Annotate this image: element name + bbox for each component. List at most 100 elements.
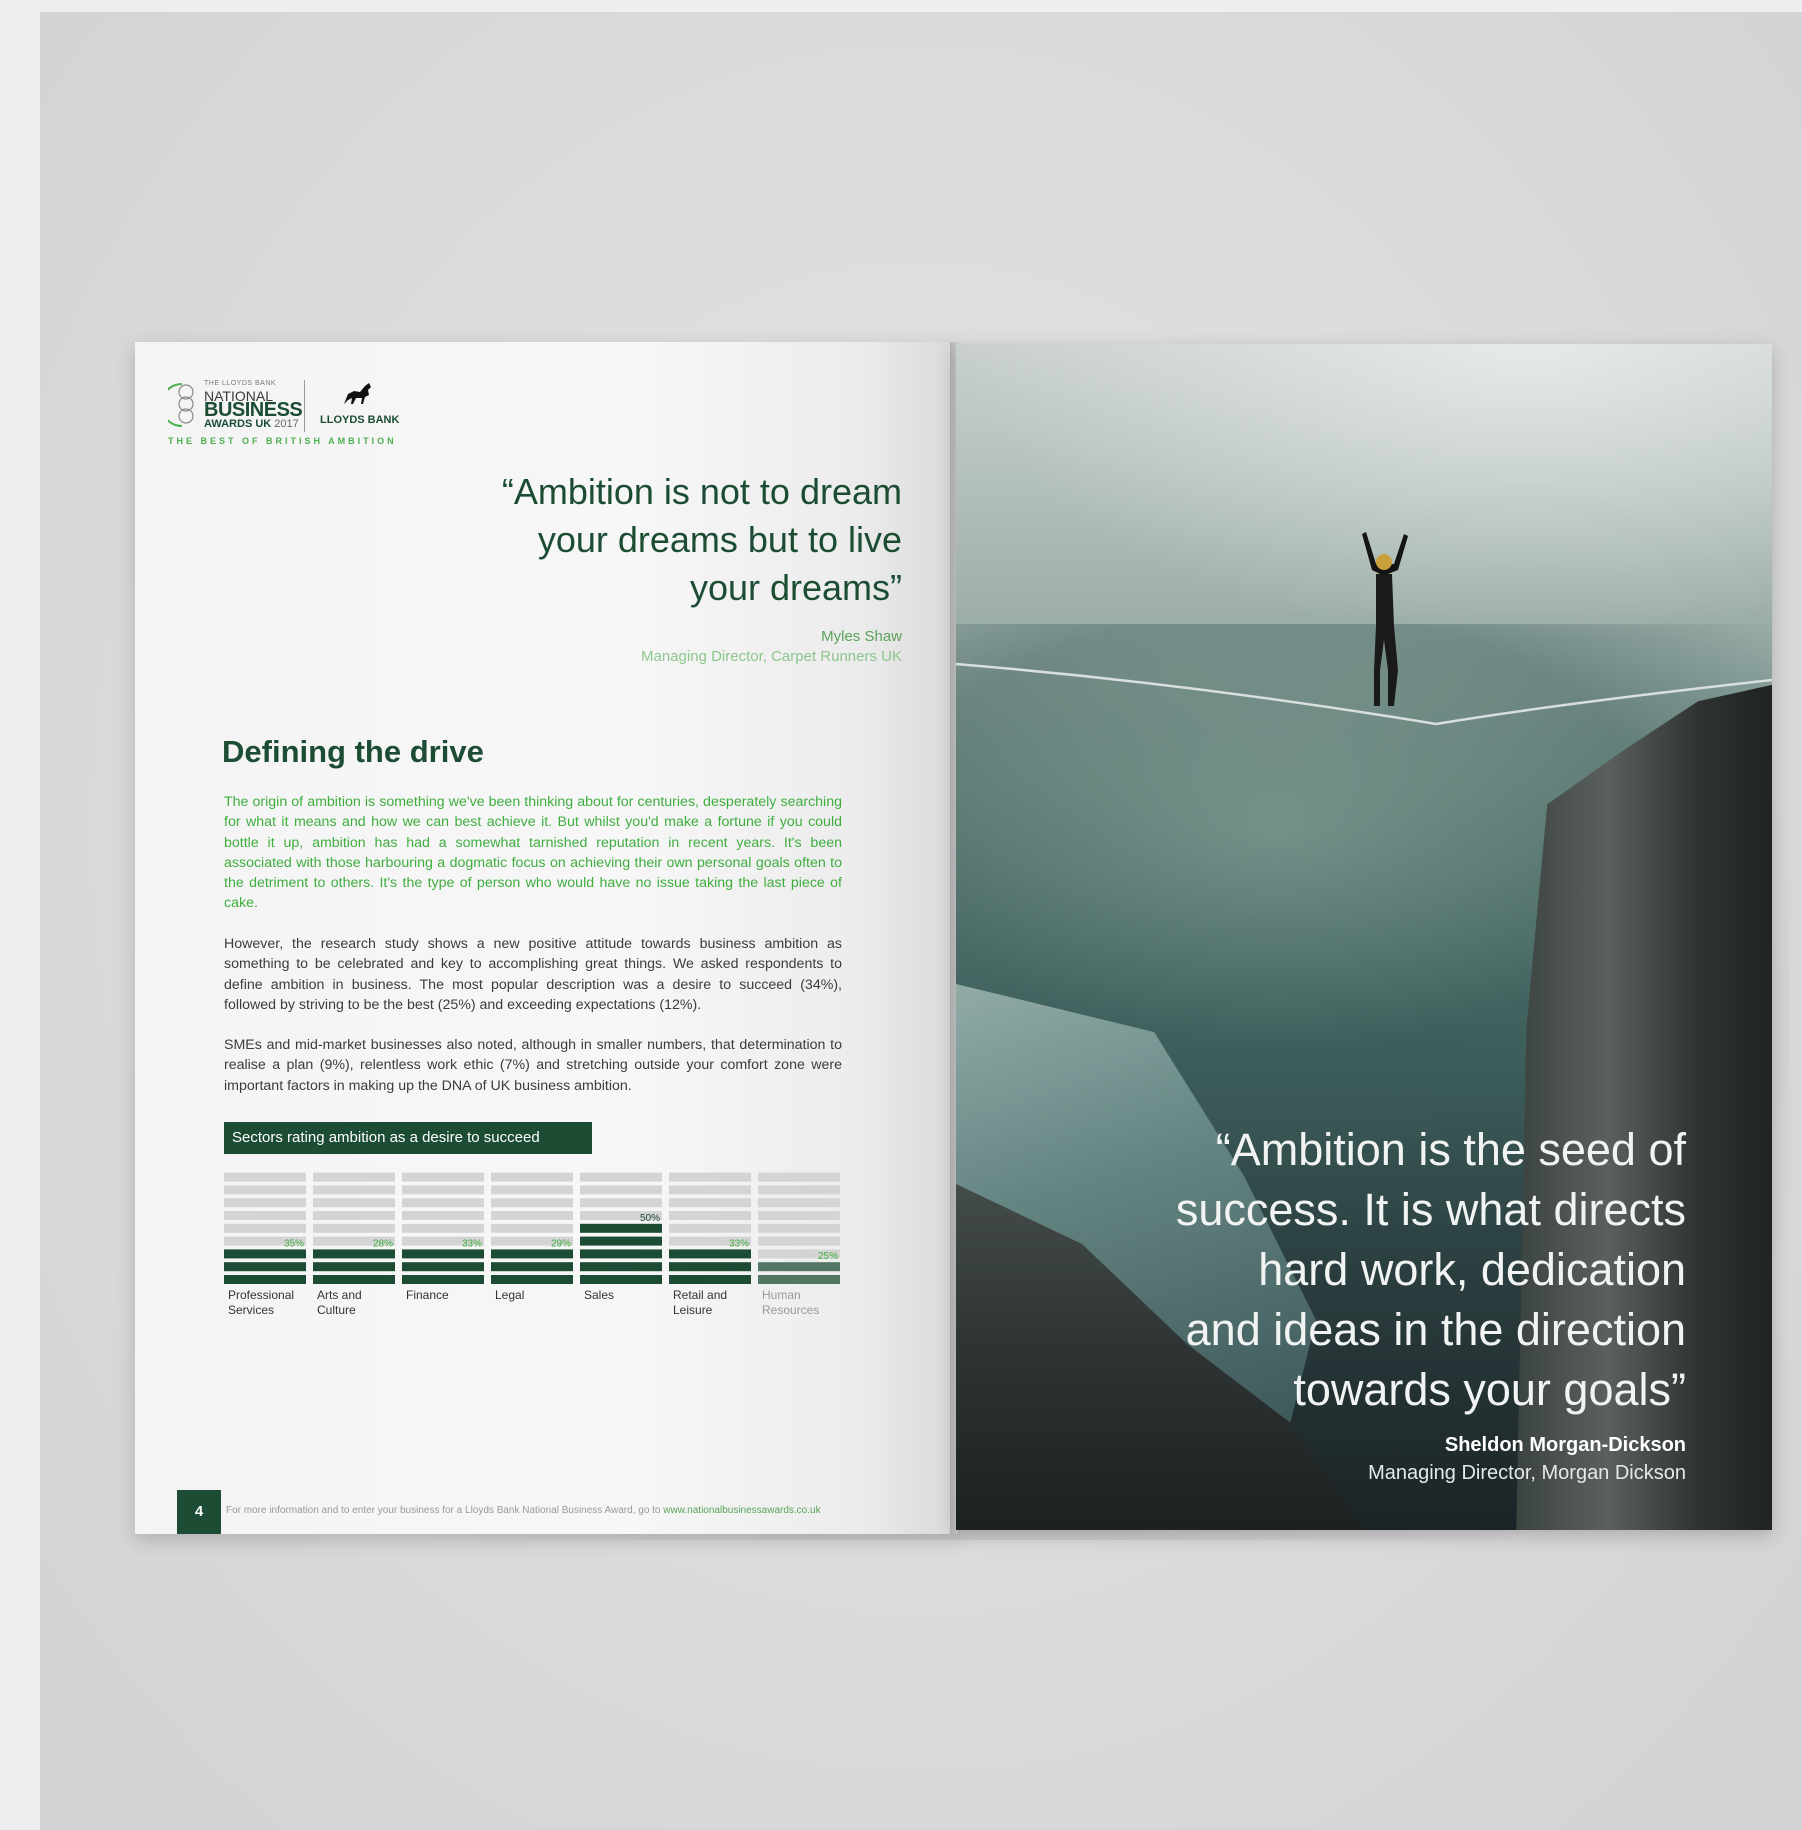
category-label: Finance — [406, 1288, 449, 1303]
bar-fill-segment — [313, 1249, 395, 1259]
bar-fill-segment — [224, 1262, 306, 1272]
bar-track-segment — [669, 1223, 751, 1233]
bar-track-segment — [402, 1172, 484, 1182]
bar-arts-and-culture — [313, 1172, 395, 1284]
bar-fill-segment — [491, 1262, 573, 1272]
right-quote-line: and ideas in the direction — [1185, 1304, 1686, 1355]
right-quote-line: success. It is what directs — [1175, 1184, 1686, 1235]
bar-fill-segment — [669, 1249, 751, 1259]
footer-sentence: For more information and to enter your b… — [226, 1505, 664, 1516]
logo-divider — [304, 380, 305, 432]
backdrop-edge — [0, 0, 40, 1830]
bar-track-segment — [758, 1185, 840, 1195]
awards-rings-icon — [168, 383, 194, 427]
bar-sales — [580, 1172, 662, 1284]
black-horse-icon — [344, 383, 371, 404]
footer-link[interactable]: www.nationalbusinessawards.co.uk — [663, 1505, 820, 1516]
bar-track-segment — [669, 1185, 751, 1195]
category-label-line: Professional — [228, 1288, 295, 1302]
bar-track-segment — [758, 1211, 840, 1220]
logo-tagline: THE BEST OF BRITISH AMBITION — [168, 436, 397, 446]
sector-bar-chart: 35% 28% 33% 29% 50% 33% 25% Professional Servic… — [224, 1166, 844, 1326]
bar-fill-segment — [669, 1262, 751, 1272]
bar-track-segment — [491, 1172, 573, 1182]
bar-track-segment — [313, 1211, 395, 1220]
category-label-line: Arts and — [317, 1288, 362, 1302]
right-quote-line: “Ambition is the seed of — [1215, 1124, 1686, 1175]
bar-value-label: 28% — [373, 1238, 393, 1249]
category-label: Arts and Culture — [317, 1288, 362, 1318]
category-label-line: Leisure — [673, 1303, 713, 1317]
category-label-line: Finance — [406, 1288, 449, 1302]
left-quote-line: your dreams but to live — [537, 519, 902, 560]
left-quote-line: your dreams” — [689, 567, 902, 608]
category-label-line: Human — [762, 1288, 801, 1302]
bar-track-segment — [224, 1185, 306, 1195]
lloyds-bank-wordmark: LLOYDS BANK — [320, 414, 400, 426]
bar-track-segment — [224, 1223, 306, 1233]
right-page-photo: “Ambition is the seed of success. It is … — [956, 344, 1772, 1530]
right-pull-quote: “Ambition is the seed of success. It is … — [1116, 1120, 1686, 1420]
category-label-line: Culture — [317, 1303, 356, 1317]
category-label-line: Sales — [584, 1288, 615, 1302]
bar-track-segment — [224, 1198, 306, 1208]
bar-fill-segment — [313, 1275, 395, 1284]
left-quote-author: Myles Shaw — [821, 628, 902, 645]
bar-fill-segment — [758, 1275, 840, 1284]
bar-track-segment — [580, 1185, 662, 1195]
bar-human-resources — [758, 1172, 840, 1284]
bar-track-segment — [491, 1223, 573, 1233]
awards-logo: THE LLOYDS BANK NATIONAL BUSINESS AWARDS… — [168, 380, 408, 450]
bar-track-segment — [491, 1198, 573, 1208]
chart-title: Sectors rating ambition as a desire to s… — [224, 1122, 592, 1154]
bar-track-segment — [402, 1185, 484, 1195]
bar-track-segment — [313, 1198, 395, 1208]
bar-track-segment — [313, 1172, 395, 1182]
category-label-line: Resources — [762, 1303, 820, 1317]
logo-awards-text: AWARDS UK — [204, 418, 272, 430]
bar-track-segment — [758, 1223, 840, 1233]
right-quote-line: towards your goals” — [1293, 1364, 1686, 1415]
slackliner-figure — [1362, 532, 1408, 706]
left-quote-role: Managing Director, Carpet Runners UK — [641, 648, 902, 665]
bar-track-segment — [224, 1172, 306, 1182]
bar-fill-segment — [758, 1262, 840, 1272]
bar-track-segment — [669, 1211, 751, 1220]
right-quote-author: Sheldon Morgan-Dickson — [1444, 1434, 1686, 1456]
category-label-line: Services — [228, 1303, 275, 1317]
bar-fill-segment — [402, 1275, 484, 1284]
bar-fill-segment — [224, 1275, 306, 1284]
category-label: Human Resources — [762, 1288, 819, 1318]
section-heading: Defining the drive — [222, 734, 484, 769]
bar-fill-segment — [224, 1249, 306, 1259]
bar-track-segment — [402, 1223, 484, 1233]
bar-fill-segment — [402, 1262, 484, 1272]
category-label: Sales — [584, 1288, 614, 1303]
logo-small-text: THE LLOYDS BANK — [204, 380, 277, 387]
bar-fill-segment — [580, 1223, 662, 1233]
category-label-line: Legal — [495, 1288, 525, 1302]
body-paragraph-smes: SMEs and mid-market businesses also note… — [224, 1037, 842, 1094]
logo-year: 2017 — [274, 418, 299, 430]
bar-track-segment — [669, 1172, 751, 1182]
bar-fill-segment — [313, 1262, 395, 1272]
bar-track-segment — [758, 1236, 840, 1246]
bar-track-segment — [580, 1172, 662, 1182]
bar-value-label: 50% — [640, 1213, 660, 1224]
category-label: Professional Services — [228, 1288, 294, 1318]
bar-fill-segment — [402, 1249, 484, 1259]
category-label: Legal — [495, 1288, 524, 1303]
backdrop-top-strip — [40, 0, 1802, 12]
bar-track-segment — [580, 1198, 662, 1208]
bar-value-label: 25% — [818, 1251, 838, 1262]
bar-fill-segment — [491, 1249, 573, 1259]
bar-fill-segment — [669, 1275, 751, 1284]
bar-track-segment — [758, 1172, 840, 1182]
footer-text: For more information and to enter your b… — [226, 1505, 821, 1516]
bar-track-segment — [402, 1211, 484, 1220]
bar-fill-segment — [580, 1262, 662, 1272]
bar-track-segment — [402, 1198, 484, 1208]
left-pull-quote: “Ambition is not to dream your dreams bu… — [430, 468, 902, 612]
bar-fill-segment — [580, 1249, 662, 1259]
bar-legal — [491, 1172, 573, 1284]
